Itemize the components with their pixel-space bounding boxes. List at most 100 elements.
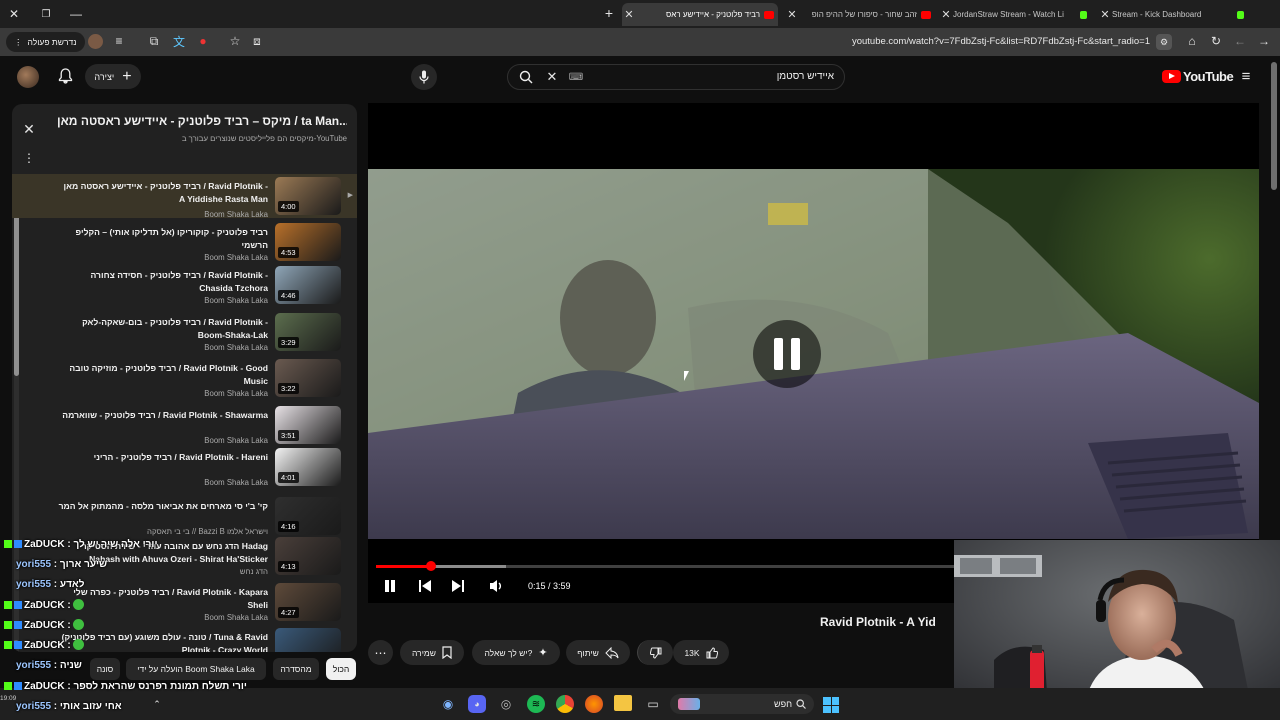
home-icon[interactable]: ⌂ — [1185, 34, 1199, 48]
back-icon[interactable]: → — [1257, 34, 1271, 48]
reading-list-icon[interactable]: ≡ — [112, 34, 126, 48]
pause-button[interactable] — [384, 579, 396, 593]
verified-badge-icon — [14, 540, 22, 548]
extension-red-icon[interactable]: ● — [196, 34, 210, 48]
time-display: 0:15 / 3:59 — [528, 581, 571, 591]
create-button[interactable]: יצירה + — [85, 64, 141, 89]
new-tab-icon[interactable]: + — [601, 5, 617, 21]
close-playlist-icon[interactable]: ✕ — [21, 121, 37, 137]
firefox-icon[interactable] — [585, 695, 603, 713]
playlist-item-channel: Boom Shaka Laka — [204, 253, 268, 262]
playlist-item[interactable]: רביד פלוטניק - הריני / Ravid Plotnik - H… — [12, 448, 357, 492]
playlist-item[interactable]: רביד פלוטניק - קוקוריקו (אל תדליקו אותי)… — [12, 223, 357, 267]
profile-avatar[interactable] — [88, 34, 103, 49]
chat-message: ZaDUCK : יורי אלה שיר יש לך — [4, 539, 157, 550]
search-icon — [796, 699, 806, 709]
tab-youtube-2[interactable]: ✕ זהב שחור - סיפורו של ההיפ הופ — [785, 3, 935, 26]
volume-icon[interactable] — [489, 579, 505, 593]
playlist-item[interactable]: רביד פלוטניק - חסידה צחורה / Ravid Plotn… — [12, 266, 357, 310]
close-tab-icon[interactable]: ✕ — [785, 8, 799, 21]
playlist-item-thumbnail: 4:01 — [275, 448, 341, 486]
close-tab-icon[interactable]: ✕ — [1098, 8, 1112, 21]
close-tab-icon[interactable]: ✕ — [622, 8, 636, 21]
menu-hamburger-icon[interactable]: ≡ — [1238, 68, 1254, 85]
tab-kick-stream[interactable]: ✕ JordanStraw Stream - Watch Li — [939, 3, 1091, 26]
chat-separator: : — [51, 559, 60, 570]
kick-favicon-icon — [1080, 10, 1087, 19]
chat-separator: : — [51, 701, 60, 712]
save-button[interactable]: שמירה — [400, 640, 464, 665]
tab-youtube-active[interactable]: ✕ רביד פלוטניק - איידישע ראס — [622, 3, 778, 26]
close-window-icon[interactable]: ✕ — [6, 6, 22, 22]
playlist-item-channel: Boom Shaka Laka — [204, 343, 268, 352]
reload-icon[interactable]: ↻ — [1209, 34, 1223, 48]
more-horiz-icon: ⋯ — [374, 645, 387, 660]
save-label: שמירה — [412, 647, 436, 658]
site-settings-icon[interactable]: ⚙ — [1156, 34, 1172, 50]
chat-message: yori555 : לאדע — [4, 579, 84, 590]
playlist-item-duration: 3:22 — [278, 383, 299, 394]
action-required-label: נדרשת פעולה — [27, 37, 77, 47]
next-button[interactable] — [451, 579, 465, 593]
search-icon[interactable] — [518, 69, 534, 85]
playlist-item[interactable]: רביד פלוטניק - בום-שאקה-לאק / Ravid Plot… — [12, 313, 357, 357]
ask-button[interactable]: יש לך שאלה? ✦ — [472, 640, 560, 665]
mouse-cursor-icon — [684, 371, 689, 381]
video-title: Ravid Plotnik - A Yid — [820, 615, 936, 629]
center-pause-button[interactable] — [753, 320, 821, 388]
extensions-icon[interactable]: ⧉ — [147, 34, 161, 48]
restore-window-icon[interactable]: ❐ — [38, 6, 54, 22]
video-player[interactable]: 0:15 / 3:59 — [368, 103, 1259, 603]
progress-played — [376, 565, 432, 568]
chip-all[interactable]: הכול — [326, 658, 356, 680]
pause-bar-left — [774, 338, 783, 370]
address-bar-url[interactable]: youtube.com/watch?v=7FdbZstj-Fc&list=RD7… — [700, 36, 1150, 47]
search-input[interactable]: איידיש רסטמן — [634, 71, 834, 82]
dislike-button[interactable] — [637, 640, 673, 665]
app-window-icon[interactable]: ▭ — [644, 695, 662, 713]
chrome-icon[interactable] — [556, 695, 574, 713]
translate-icon[interactable]: 文 — [172, 34, 186, 49]
taskbar-search[interactable]: חפש — [670, 694, 814, 714]
playlist-item[interactable]: רביד פלוטניק - שווארמה / Ravid Plotnik -… — [12, 406, 357, 450]
chat-username: ZaDUCK — [24, 539, 65, 550]
playlist-menu-icon[interactable]: ⋮ — [21, 150, 37, 166]
search-highlight-icon — [678, 698, 700, 710]
windows-start-icon[interactable] — [823, 697, 839, 713]
page-scrollbar-thumb[interactable] — [1271, 62, 1277, 190]
playlist-item-title: רביד פלוטניק - שווארמה / Ravid Plotnik -… — [62, 410, 268, 420]
chat-text: שיער ארוך — [59, 559, 108, 570]
minimize-window-icon[interactable]: — — [68, 6, 84, 22]
steam-icon[interactable]: ◉ — [439, 695, 457, 713]
search-box[interactable]: ✕ ⌨ איידיש רסטמן — [507, 64, 845, 90]
previous-button[interactable] — [418, 579, 432, 593]
playlist-item-title: רביד פלוטניק - קוקוריקו (אל תדליקו אותי)… — [75, 227, 268, 250]
playlist-item[interactable]: רביד פלוטניק - מוזיקה טובה / Ravid Plotn… — [12, 359, 357, 403]
keyboard-icon[interactable]: ⌨ — [569, 71, 583, 83]
action-required-button[interactable]: ⋮ נדרשת פעולה — [6, 32, 85, 52]
kick-badge-icon — [4, 682, 12, 690]
discord-icon[interactable]: ◕ — [468, 695, 486, 713]
chat-username: yori555 — [16, 660, 52, 671]
close-tab-icon[interactable]: ✕ — [939, 8, 953, 21]
obs-icon[interactable]: ◎ — [497, 695, 515, 713]
playlist-item-thumbnail: 3:51 — [275, 406, 341, 444]
more-actions-button[interactable]: ⋯ — [368, 640, 393, 665]
playlist-item-current[interactable]: רביד פלוטניק - איידישע ראסטה מאן / Ravid… — [12, 174, 357, 219]
like-button[interactable]: 13K — [673, 640, 729, 665]
share-button[interactable]: שיתוף — [566, 640, 630, 665]
clear-search-icon[interactable]: ✕ — [544, 69, 560, 85]
install-app-icon[interactable]: ⧈ — [250, 34, 264, 48]
bookmark-star-icon[interactable]: ☆ — [228, 34, 242, 48]
forward-icon[interactable]: ← — [1233, 34, 1247, 48]
tab-kick-dashboard[interactable]: ✕ Stream - Kick Dashboard — [1098, 3, 1248, 26]
youtube-logo[interactable]: YouTube — [1162, 68, 1234, 84]
notifications-bell-icon[interactable] — [56, 67, 74, 85]
voice-search-icon[interactable] — [411, 64, 437, 90]
chat-message: yori555 : שניה — [4, 660, 82, 671]
playlist-item-title: רביד פלוטניק - מוזיקה טובה / Ravid Plotn… — [69, 363, 268, 386]
spotify-icon[interactable]: ≋ — [527, 695, 545, 713]
file-explorer-icon[interactable] — [614, 695, 632, 711]
avatar[interactable] — [17, 66, 39, 88]
browser-toolbar: ⋮ נדרשת פעולה ≡ ⧉ 文 ● ☆ ⧈ youtube.com/wa… — [0, 28, 1280, 56]
